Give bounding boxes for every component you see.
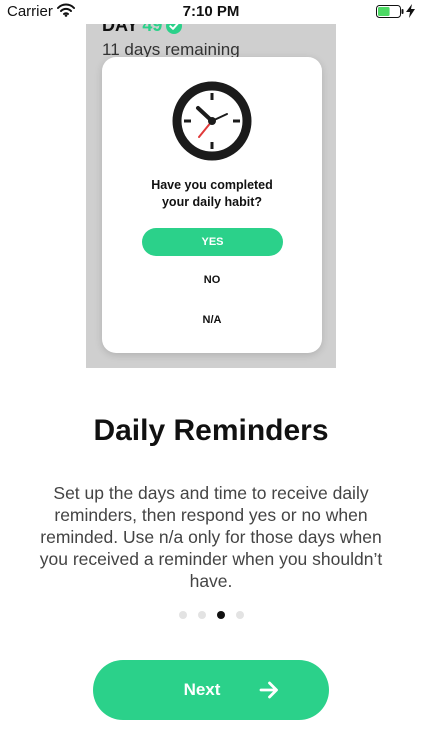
question-line-2: your daily habit? <box>161 195 262 209</box>
onboarding-description: Set up the days and time to receive dail… <box>39 483 383 591</box>
page-dot-1[interactable] <box>178 611 187 619</box>
arrow-right-icon <box>258 679 280 706</box>
battery-icon <box>376 5 404 23</box>
charging-bolt-icon <box>406 4 415 23</box>
onboarding-heading: Daily Reminders <box>93 414 329 447</box>
page-dot-2[interactable] <box>197 611 206 619</box>
na-button[interactable]: N/A <box>102 314 322 326</box>
page-dot-3[interactable] <box>216 611 225 619</box>
status-bar: Carrier 7:10 PM <box>0 0 422 24</box>
yes-button[interactable]: YES <box>142 228 283 256</box>
next-button[interactable]: Next <box>93 660 329 720</box>
no-button[interactable]: NO <box>102 274 322 286</box>
page-dot-4[interactable] <box>235 611 244 619</box>
app-preview: DAY 49 11 days remaining Have you comple… <box>86 0 336 368</box>
clock-time: 7:10 PM <box>182 3 240 20</box>
habit-check-modal: Have you completed your daily habit? YES… <box>102 57 322 353</box>
question-line-1: Have you completed <box>151 178 273 192</box>
page-indicator[interactable] <box>0 611 422 619</box>
habit-question: Have you completed your daily habit? <box>102 177 322 211</box>
clock-icon <box>172 81 252 166</box>
